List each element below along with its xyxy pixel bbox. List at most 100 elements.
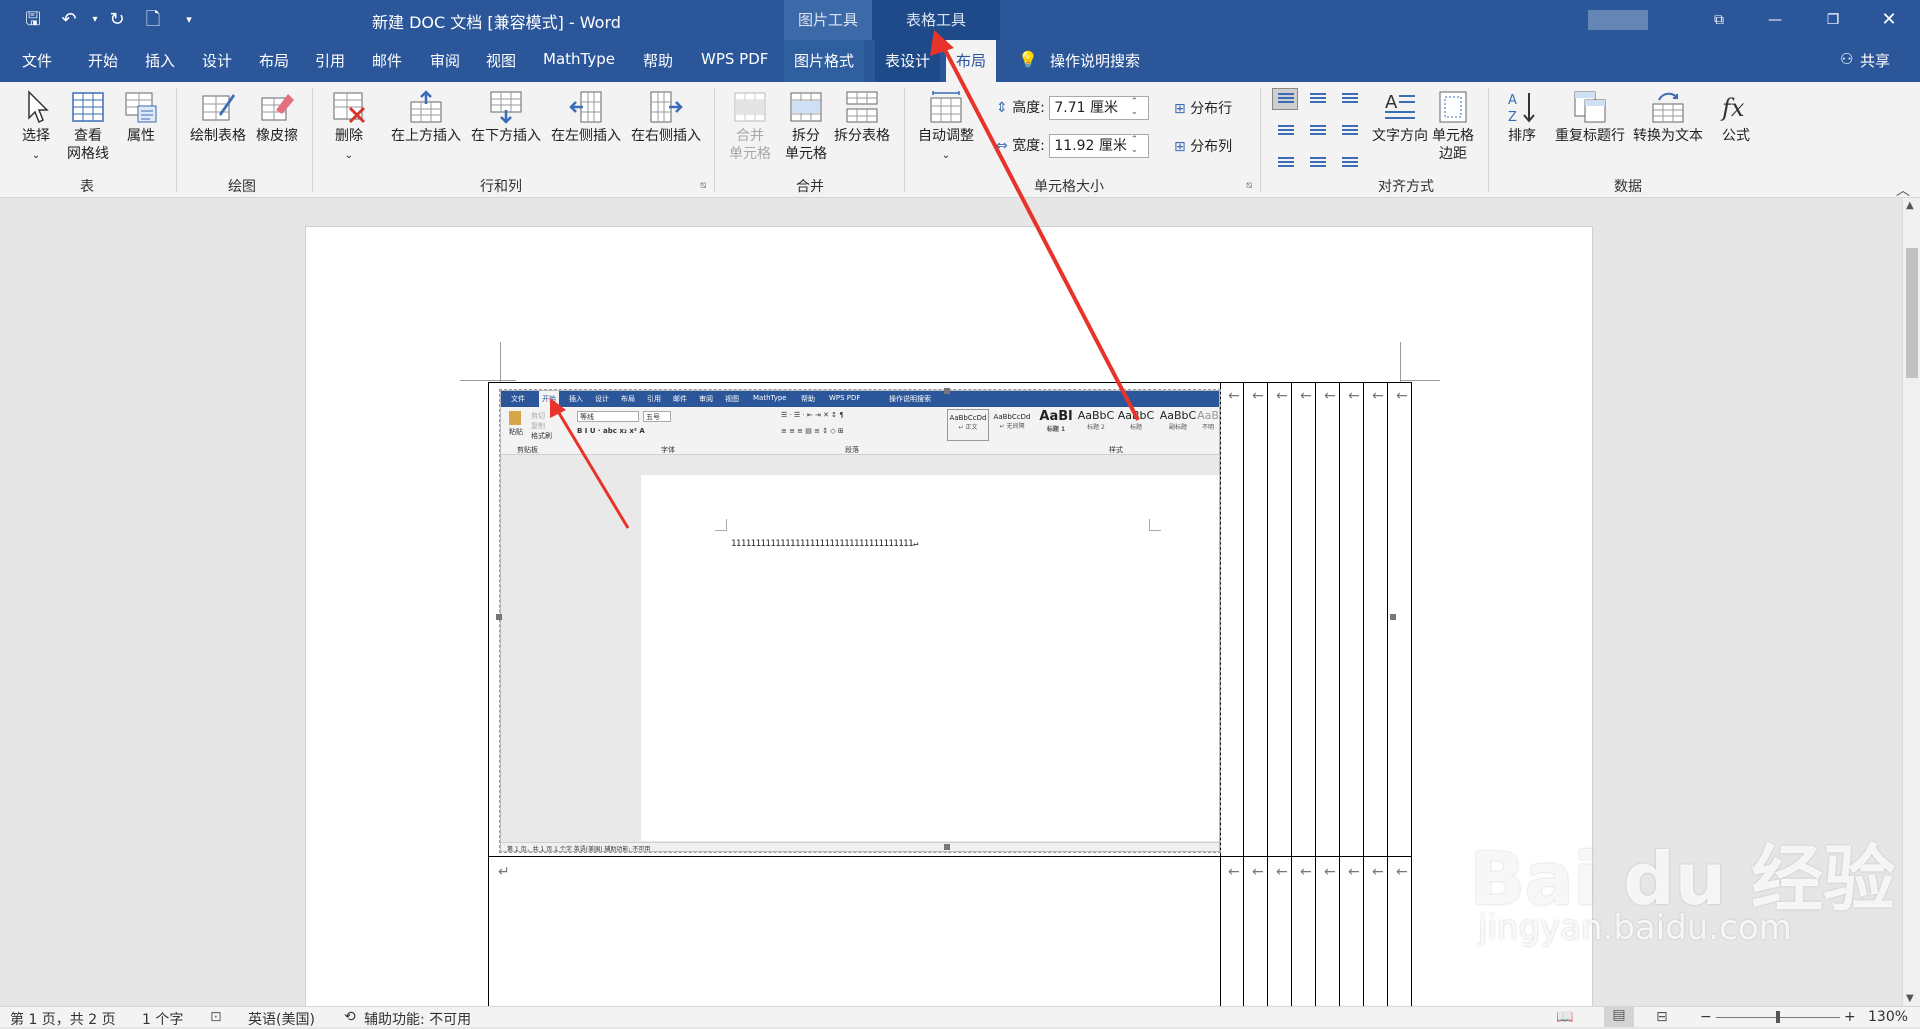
accessibility-status[interactable]: 辅助功能: 不可用 [364, 1009, 471, 1029]
resize-handle[interactable] [1390, 614, 1396, 620]
embedded-tab: 引用 [647, 395, 661, 403]
insert-above-button[interactable]: 在上方插入 [386, 90, 466, 145]
tab-table-design[interactable]: 表设计 [875, 40, 941, 82]
group-rows-cols-label: 行和列 [480, 179, 522, 195]
insert-right-icon [650, 91, 683, 123]
scroll-down-icon[interactable]: ▼ [1906, 993, 1914, 1004]
tab-table-layout[interactable]: 布局 [946, 40, 997, 82]
group-separator [312, 88, 313, 192]
tab-review[interactable]: 审阅 [430, 50, 460, 71]
tab-wps-pdf[interactable]: WPS PDF [701, 50, 768, 68]
web-layout-icon[interactable]: ⊟ [1656, 1009, 1668, 1025]
draw-table-button[interactable]: 绘制表格 [186, 90, 250, 145]
merge-cells-button[interactable]: 合并 单元格 [724, 90, 776, 163]
zoom-out-button[interactable]: − [1700, 1009, 1712, 1025]
zoom-slider-thumb[interactable] [1776, 1011, 1780, 1023]
tab-mathtype[interactable]: MathType [543, 50, 615, 68]
align-bottom-left[interactable] [1272, 148, 1298, 170]
tab-help[interactable]: 帮助 [643, 50, 673, 71]
cell-end-mark: ← [1348, 864, 1360, 880]
embedded-style-item: AaBbCcDd ↵ 正文 [947, 409, 989, 441]
distribute-rows-button[interactable]: ⊞ 分布行 [1174, 98, 1232, 118]
width-spinner[interactable]: 11.92 厘米 [1049, 134, 1150, 158]
share-button[interactable]: 共享 [1860, 50, 1890, 71]
dialog-launcher-icon[interactable]: ⧅ [700, 180, 706, 191]
repeat-header-rows-button[interactable]: 重复标题行 [1550, 90, 1630, 145]
proofing-icon[interactable]: ⊡ [210, 1009, 222, 1025]
new-document-icon[interactable]: 🗋 [140, 8, 166, 32]
tab-references[interactable]: 引用 [315, 50, 345, 71]
tab-view[interactable]: 视图 [486, 50, 516, 71]
formula-button[interactable]: fx 公式 [1714, 90, 1758, 145]
split-table-button[interactable]: 拆分表格 [830, 90, 894, 145]
restore-button[interactable]: ❐ [1810, 0, 1856, 40]
tab-picture-format[interactable]: 图片格式 [784, 40, 865, 82]
read-mode-icon[interactable]: 📖 [1556, 1009, 1573, 1025]
embedded-paste-label: 粘贴 [509, 428, 523, 436]
save-icon[interactable]: 🖫 [20, 8, 46, 32]
language[interactable]: 英语(美国) [248, 1009, 315, 1029]
tell-me-search[interactable]: 操作说明搜索 [1050, 50, 1140, 71]
distribute-columns-button[interactable]: ⊞ 分布列 [1174, 136, 1232, 156]
text-direction-button[interactable]: A 文字方向 [1368, 90, 1432, 145]
cell-margins-button[interactable]: 单元格 边距 [1428, 90, 1478, 163]
select-label: 选择 [22, 128, 50, 144]
align-top-right[interactable] [1336, 88, 1362, 110]
customize-qat-icon[interactable]: ▾ [176, 8, 202, 32]
eraser-button[interactable]: 橡皮擦 [252, 90, 302, 145]
minimize-button[interactable]: — [1752, 0, 1798, 40]
align-middle-left[interactable] [1272, 118, 1298, 140]
select-button[interactable]: 选择 ⌄ [18, 90, 54, 165]
resize-handle[interactable] [944, 844, 950, 850]
autofit-button[interactable]: 自动调整 ⌄ [914, 90, 978, 165]
tab-layout[interactable]: 布局 [259, 50, 289, 71]
view-gridlines-button[interactable]: 查看 网格线 [62, 90, 114, 163]
insert-right-button[interactable]: 在右侧插入 [626, 90, 706, 145]
page-count[interactable]: 第 1 页，共 2 页 [10, 1009, 116, 1029]
tab-file[interactable]: 文件 [22, 50, 52, 71]
collapse-ribbon-icon[interactable]: ︿ [1896, 180, 1910, 200]
align-top-left[interactable] [1272, 88, 1298, 110]
insert-left-button[interactable]: 在左侧插入 [546, 90, 626, 145]
dialog-launcher-icon[interactable]: ⧅ [1246, 180, 1252, 191]
convert-to-text-button[interactable]: 转换为文本 [1628, 90, 1708, 145]
zoom-level[interactable]: 130% [1868, 1009, 1908, 1025]
sort-button[interactable]: AZ 排序 [1500, 90, 1544, 145]
merge-cells-label-2: 单元格 [729, 146, 771, 162]
svg-text:A: A [1508, 93, 1517, 108]
tab-home[interactable]: 开始 [88, 50, 118, 71]
delete-button[interactable]: 删除 ⌄ [328, 90, 370, 165]
merge-cells-label-1: 合并 [736, 128, 764, 144]
ribbon-display-options-icon[interactable]: ⧉ [1696, 0, 1742, 40]
redo-icon[interactable]: ↻ [104, 8, 130, 32]
resize-handle[interactable] [496, 614, 502, 620]
align-bottom-center[interactable] [1304, 148, 1330, 170]
tab-design[interactable]: 设计 [202, 50, 232, 71]
print-layout-icon[interactable]: ▤ [1604, 1007, 1634, 1027]
insert-below-button[interactable]: 在下方插入 [466, 90, 546, 145]
align-top-center[interactable] [1304, 88, 1330, 110]
embedded-screenshot-image[interactable]: 文件 开始 插入 设计 布局 引用 邮件 审阅 视图 MathType 帮助 W… [500, 390, 1220, 852]
height-spinner[interactable]: 7.71 厘米 [1049, 96, 1150, 120]
margin-mark [460, 380, 516, 381]
word-count[interactable]: 1 个字 [142, 1009, 183, 1029]
align-middle-center[interactable] [1304, 118, 1330, 140]
zoom-in-button[interactable]: + [1844, 1009, 1856, 1025]
resize-handle[interactable] [944, 388, 950, 394]
align-middle-right[interactable] [1336, 118, 1362, 140]
undo-icon[interactable]: ↶ [56, 8, 82, 32]
draw-table-label: 绘制表格 [190, 128, 246, 144]
group-draw-label: 绘图 [228, 179, 256, 195]
close-button[interactable]: ✕ [1866, 0, 1912, 40]
account-avatar[interactable] [1588, 10, 1648, 30]
document-title: 新建 DOC 文档 [兼容模式] - Word [372, 13, 621, 32]
tab-insert[interactable]: 插入 [145, 50, 175, 71]
embedded-cut: 剪切 [531, 412, 545, 420]
split-cells-button[interactable]: 拆分 单元格 [780, 90, 832, 163]
tab-mailings[interactable]: 邮件 [372, 50, 402, 71]
scroll-up-icon[interactable]: ▲ [1906, 200, 1914, 211]
align-bottom-right[interactable] [1336, 148, 1362, 170]
scroll-thumb[interactable] [1906, 248, 1918, 378]
vertical-scrollbar[interactable]: ▲ ▼ [1902, 198, 1920, 1006]
properties-button[interactable]: 属性 [120, 90, 162, 145]
